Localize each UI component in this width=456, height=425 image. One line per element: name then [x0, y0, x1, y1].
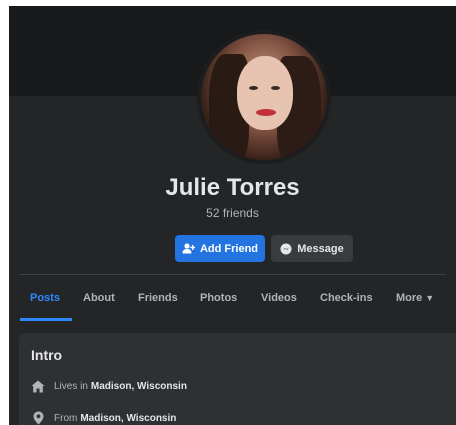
- profile-picture[interactable]: [197, 30, 331, 164]
- lives-in-value[interactable]: Madison, Wisconsin: [91, 381, 187, 392]
- tab-more[interactable]: More ▼: [396, 276, 434, 320]
- active-tab-indicator: [20, 318, 72, 321]
- add-friend-button[interactable]: Add Friend: [175, 235, 265, 262]
- friend-count[interactable]: 52 friends: [9, 206, 456, 220]
- avatar-eye-left: [249, 86, 258, 90]
- lives-in-prefix: Lives in: [54, 380, 88, 392]
- intro-lives-in: Lives in Madison, Wisconsin: [31, 378, 187, 394]
- caret-down-icon: ▼: [425, 293, 435, 303]
- tab-videos[interactable]: Videos: [261, 276, 297, 320]
- tab-posts[interactable]: Posts: [30, 276, 60, 320]
- avatar-face: [237, 56, 293, 130]
- tab-photos[interactable]: Photos: [200, 276, 237, 320]
- tab-about[interactable]: About: [83, 276, 115, 320]
- header-divider: [19, 274, 446, 275]
- intro-from: From Madison, Wisconsin: [31, 410, 176, 425]
- profile-name: Julie Torres: [165, 174, 300, 201]
- avatar-lips: [256, 109, 276, 116]
- from-prefix: From: [54, 412, 78, 424]
- location-pin-icon: [31, 411, 45, 425]
- profile-page: Julie Torres 52 friends Add Friend Messa…: [9, 6, 456, 425]
- home-icon: [31, 379, 45, 393]
- avatar-eye-right: [271, 86, 280, 90]
- messenger-icon: [280, 243, 292, 255]
- person-plus-icon: [182, 243, 195, 254]
- profile-tabs: Posts About Friends Photos Videos Check-…: [9, 276, 456, 322]
- message-label: Message: [297, 242, 344, 255]
- add-friend-label: Add Friend: [199, 242, 259, 255]
- intro-card: Intro Lives in Madison, Wisconsin From M…: [19, 333, 456, 425]
- tab-check-ins[interactable]: Check-ins: [320, 276, 373, 320]
- message-button[interactable]: Message: [271, 235, 353, 262]
- tab-friends[interactable]: Friends: [138, 276, 178, 320]
- tab-more-label: More: [396, 292, 423, 304]
- from-value[interactable]: Madison, Wisconsin: [80, 413, 176, 424]
- intro-title: Intro: [31, 347, 63, 363]
